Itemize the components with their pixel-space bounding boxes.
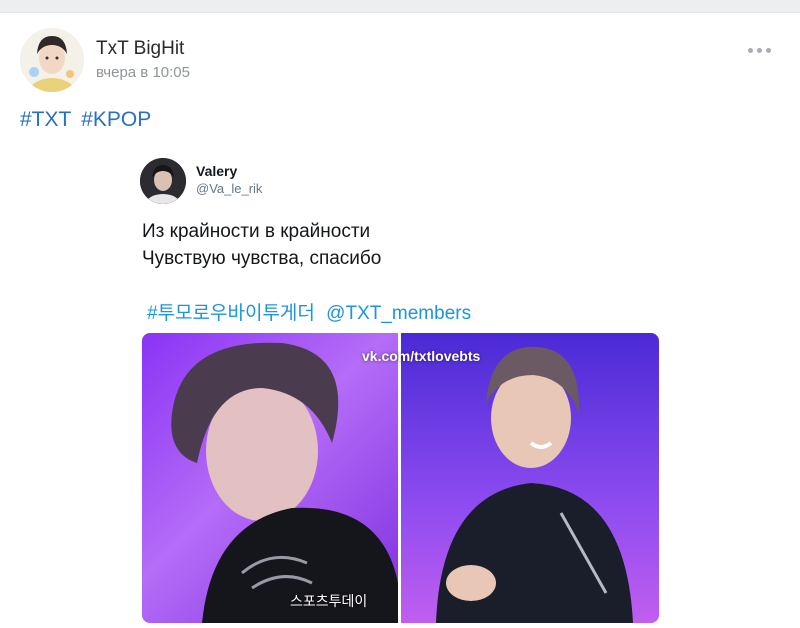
tweet-links: #투모로우바이투게더 @TXT_members xyxy=(147,298,477,325)
tweet-avatar-image xyxy=(140,158,186,204)
tweet-text: Из крайности в крайности Чувствую чувств… xyxy=(142,221,382,269)
hashtag-link[interactable]: #TXT xyxy=(20,108,71,131)
top-bar xyxy=(0,0,800,13)
photo-left[interactable] xyxy=(142,333,398,623)
tweet-avatar[interactable] xyxy=(140,158,186,204)
photo-right[interactable] xyxy=(401,333,659,623)
post-hashtags: #TXT #KPOP xyxy=(20,108,155,132)
media-caption: 스포츠투데이 xyxy=(290,593,368,609)
tweet-mention-link[interactable]: @TXT_members xyxy=(326,303,471,324)
tweet-author-name[interactable]: Valery xyxy=(196,163,237,179)
tweet-author-handle[interactable]: @Va_le_rik xyxy=(196,181,262,196)
more-dot-icon xyxy=(766,47,771,53)
hashtag-link[interactable]: #KPOP xyxy=(81,108,151,131)
more-dot-icon xyxy=(748,47,753,53)
more-options-button[interactable] xyxy=(748,42,774,58)
tweet-media[interactable]: vk.com/txtlovebts 스포츠투데이 xyxy=(142,333,659,623)
more-dot-icon xyxy=(757,47,762,53)
author-avatar[interactable] xyxy=(20,28,84,92)
post-author[interactable]: TxT BigHit xyxy=(96,38,184,60)
media-watermark: vk.com/txtlovebts xyxy=(362,348,481,364)
photo-left-image xyxy=(171,342,398,623)
author-avatar-image xyxy=(20,28,84,92)
photo-right-image xyxy=(436,346,633,623)
post-date[interactable]: вчера в 10:05 xyxy=(96,64,190,81)
tweet-hashtag-link[interactable]: #투모로우바이투게더 xyxy=(147,303,315,324)
